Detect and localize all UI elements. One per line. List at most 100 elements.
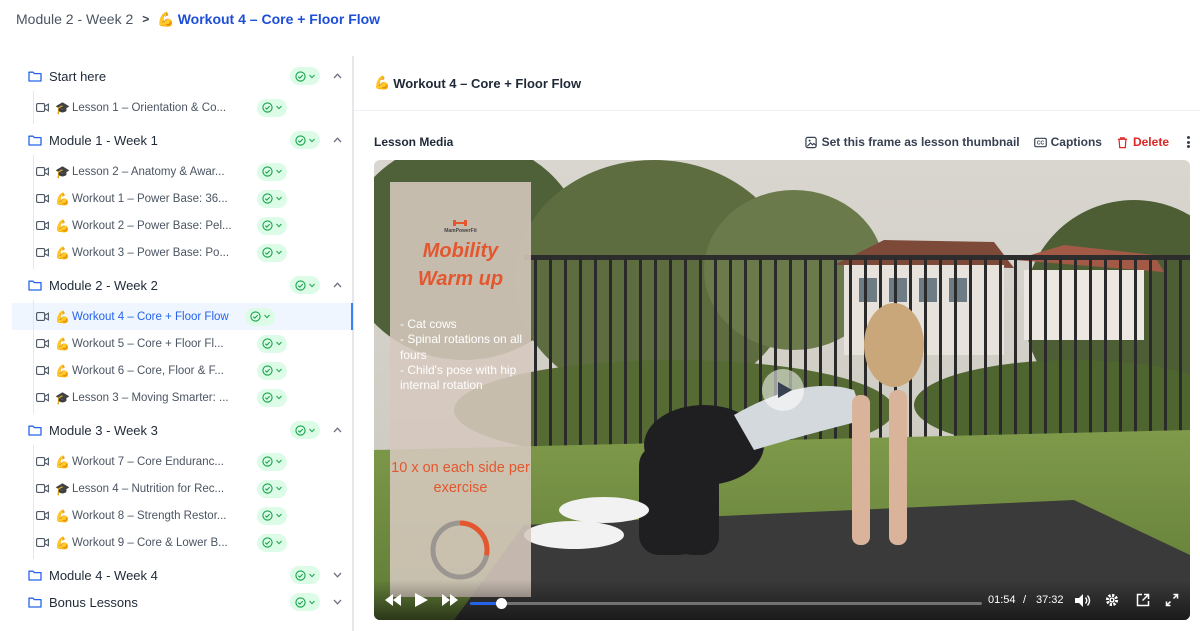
captions-button[interactable]: CC Captions [1033,135,1102,149]
video-camera-icon [36,538,49,547]
check-circle-icon [295,569,306,581]
sidebar-lesson-item[interactable]: 💪 Workout 4 – Core + Floor Flow [12,300,353,333]
status-badge[interactable] [257,334,287,353]
status-badge[interactable] [290,131,320,149]
trash-icon [1117,136,1128,148]
volume-icon[interactable] [1075,594,1091,607]
sidebar-lesson-item[interactable]: 🎓 Lesson 1 – Orientation & Co... [12,91,353,124]
lesson-emoji: 💪 [55,245,70,260]
status-badge[interactable] [257,243,287,262]
chevron-up-icon[interactable] [333,427,342,433]
chevron-down-icon [309,74,315,78]
chevron-up-icon[interactable] [333,282,342,288]
sidebar-lesson-label: Lesson 4 – Nutrition for Rec... [72,482,225,495]
status-badge[interactable] [290,421,320,439]
sidebar-lesson-label: Workout 4 – Core + Floor Flow [72,310,229,323]
rewind-icon[interactable] [385,594,401,606]
chevron-down-icon [309,283,315,287]
chevron-down-icon [276,223,282,228]
status-badge[interactable] [290,593,320,611]
sidebar-module-label: Module 1 - Week 1 [49,132,158,148]
sidebar-lesson-item[interactable]: 💪 Workout 2 – Power Base: Pel... [12,209,353,242]
folder-icon [28,135,42,146]
status-badge[interactable] [257,162,287,181]
play-overlay-button[interactable] [762,369,804,411]
settings-gear-icon[interactable] [1105,593,1119,607]
check-circle-icon [262,338,273,349]
sidebar-module[interactable]: Bonus Lessons [28,590,342,614]
video-camera-icon [36,484,49,493]
sidebar-lesson-item[interactable]: 💪 Workout 1 – Power Base: 36... [12,182,353,215]
progress-bar[interactable] [470,598,982,609]
status-badge[interactable] [257,216,287,235]
lesson-emoji: 🎓 [55,100,70,115]
check-circle-icon [262,247,273,258]
delete-label: Delete [1132,135,1169,149]
sidebar-lesson-label: Lesson 3 – Moving Smarter: ... [72,391,229,404]
sidebar-lesson-item[interactable]: 💪 Workout 7 – Core Enduranc... [12,445,353,478]
sidebar-lesson-label: Workout 8 – Strength Restor... [72,509,227,522]
video-camera-icon [36,511,49,520]
sidebar-lesson-item[interactable]: 💪 Workout 8 – Strength Restor... [12,499,353,532]
lesson-emoji: 💪 [55,309,70,324]
status-badge[interactable] [257,452,287,471]
status-badge[interactable] [290,566,320,584]
lesson-emoji: 💪 [55,535,70,550]
overlay-title-line2: Warm up [417,268,504,290]
video-player[interactable]: MamPowerFit Mobility Warm up - Cat cows -… [374,160,1190,620]
chevron-down-icon[interactable] [333,572,342,578]
status-badge[interactable] [257,533,287,552]
sidebar-module[interactable]: Module 1 - Week 1 [28,128,342,152]
chevron-down-icon[interactable] [333,599,342,605]
status-badge[interactable] [257,361,287,380]
video-camera-icon [36,103,49,112]
video-camera-icon [36,312,49,321]
sidebar-lesson-item[interactable]: 💪 Workout 5 – Core + Floor Fl... [12,327,353,360]
sidebar-lesson-item[interactable]: 🎓 Lesson 2 – Anatomy & Awar... [12,155,353,188]
sidebar-module-label: Start here [49,68,107,84]
play-pause-icon[interactable] [415,593,428,607]
popout-icon[interactable] [1136,593,1150,607]
more-options-icon[interactable] [1186,136,1190,148]
status-badge[interactable] [290,67,320,85]
check-circle-icon [262,483,273,494]
status-badge[interactable] [245,307,275,326]
status-badge[interactable] [290,276,320,294]
sidebar-lesson-label: Workout 2 – Power Base: Pel... [72,219,232,232]
lesson-emoji: 🎓 [55,164,70,179]
set-thumbnail-button[interactable]: Set this frame as lesson thumbnail [804,135,1020,149]
check-circle-icon [262,365,273,376]
overlay-list-item: - Cat cows [400,317,457,331]
sidebar-module-label: Module 3 - Week 3 [49,422,158,438]
sidebar-lesson-item[interactable]: 🎓 Lesson 4 – Nutrition for Rec... [12,472,353,505]
sidebar-module[interactable]: Module 4 - Week 4 [28,563,342,587]
status-badge[interactable] [257,189,287,208]
duration: 37:32 [1036,594,1064,606]
current-time: 01:54 [988,594,1016,606]
progress-handle[interactable] [495,598,507,609]
sidebar-module[interactable]: Start here [28,64,342,88]
video-controls: 01:54 / 37:32 [374,580,1190,620]
chevron-up-icon[interactable] [333,137,342,143]
status-badge[interactable] [257,479,287,498]
delete-button[interactable]: Delete [1116,135,1169,149]
sidebar-lesson-item[interactable]: 💪 Workout 3 – Power Base: Po... [12,236,353,269]
fullscreen-icon[interactable] [1165,593,1179,607]
sidebar-module[interactable]: Module 2 - Week 2 [28,273,342,297]
fast-forward-icon[interactable] [442,594,458,606]
sidebar-lesson-item[interactable]: 💪 Workout 9 – Core & Lower B... [12,526,353,559]
breadcrumb-parent[interactable]: Module 2 - Week 2 [16,11,133,27]
status-badge[interactable] [257,388,287,407]
status-badge[interactable] [257,98,287,117]
folder-icon [28,570,42,581]
lesson-emoji: 💪 [55,336,70,351]
overlay-title-line1: Mobility [422,240,499,262]
sidebar-lesson-label: Workout 3 – Power Base: Po... [72,246,230,259]
sidebar-module[interactable]: Module 3 - Week 3 [28,418,342,442]
check-circle-icon [262,537,273,548]
status-badge[interactable] [257,506,287,525]
sidebar-lesson-item[interactable]: 💪 Workout 6 – Core, Floor & F... [12,354,353,387]
chevron-up-icon[interactable] [333,73,342,79]
check-circle-icon [262,193,273,204]
sidebar-lesson-item[interactable]: 🎓 Lesson 3 – Moving Smarter: ... [12,381,353,414]
